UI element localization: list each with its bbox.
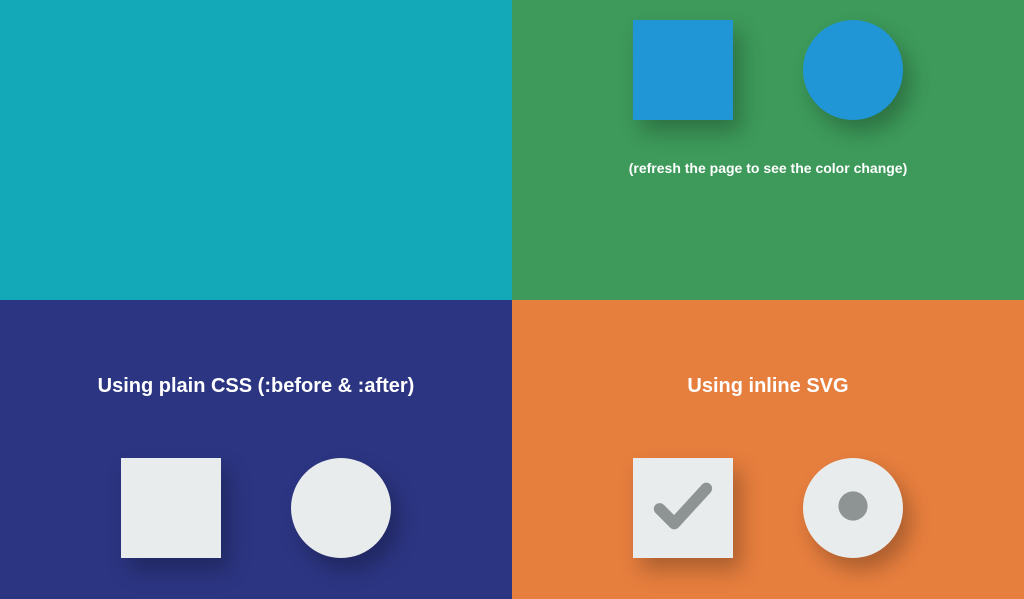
panel-top-right: (refresh the page to see the color chang… <box>512 0 1024 300</box>
checkbox-css[interactable] <box>121 458 221 558</box>
panel-heading: Using plain CSS (:before & :after) <box>98 375 415 398</box>
dot-icon <box>818 471 888 546</box>
check-icon <box>648 471 718 546</box>
circle-shape[interactable] <box>803 20 903 120</box>
radio-svg[interactable] <box>803 458 903 558</box>
radio-css[interactable] <box>291 458 391 558</box>
shape-row <box>633 20 903 120</box>
square-shape[interactable] <box>633 20 733 120</box>
panel-bottom-right: Using inline SVG <box>512 300 1024 599</box>
panel-bottom-left: Using plain CSS (:before & :after) <box>0 300 512 599</box>
panel-heading: Using inline SVG <box>687 375 848 398</box>
checkbox-svg[interactable] <box>633 458 733 558</box>
shape-row <box>633 458 903 558</box>
panel-grid: (refresh the page to see the color chang… <box>0 0 1024 599</box>
panel-top-left <box>0 0 512 300</box>
shape-row <box>121 458 391 558</box>
refresh-hint: (refresh the page to see the color chang… <box>629 160 908 176</box>
